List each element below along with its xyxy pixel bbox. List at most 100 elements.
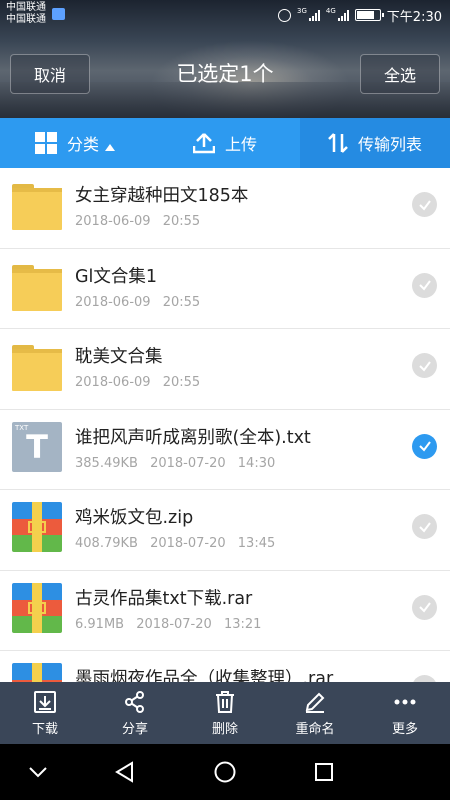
file-meta: 408.79KB 2018-07-20 13:45	[75, 536, 275, 551]
select-checkbox[interactable]	[412, 272, 437, 298]
list-item[interactable]: 墨雨烟夜作品全（收集整理）.rar	[0, 651, 450, 682]
select-checkbox[interactable]	[412, 433, 437, 459]
carrier-badge-icon	[52, 8, 65, 20]
file-time: 20:55	[162, 214, 201, 229]
file-meta: 2018-06-09 20:55	[75, 214, 200, 229]
file-list: 女主穿越种田文185本 2018-06-09 20:55 Gl文合集1 2018…	[0, 168, 450, 682]
file-name: 鸡米饭文包.zip	[75, 508, 194, 528]
file-name: Gl文合集1	[75, 266, 158, 287]
list-item[interactable]: 古灵作品集txt下载.rar 6.91MB 2018-07-20 13:21	[0, 571, 450, 651]
list-item[interactable]: 鸡米饭文包.zip 408.79KB 2018-07-20 13:45	[0, 490, 450, 571]
battery-icon	[354, 9, 384, 21]
network-type-1: 3G	[297, 7, 307, 15]
file-date: 2018-06-09	[75, 375, 151, 390]
file-meta: 2018-06-09 20:55	[75, 295, 200, 310]
file-date: 2018-07-20	[150, 455, 226, 471]
network-type-2: 4G	[325, 7, 336, 15]
download-button[interactable]: 下载	[0, 682, 90, 744]
file-date: 2018-07-20	[150, 536, 226, 551]
check-icon	[418, 199, 431, 211]
check-icon	[418, 280, 431, 291]
folder-icon	[12, 341, 62, 391]
list-item[interactable]: 耽美文合集 2018-06-09 20:55	[0, 329, 450, 410]
transfer-list-label: 传输列表	[357, 135, 422, 154]
upload-button[interactable]: 上传	[150, 118, 300, 168]
carrier-1: 中国联通	[6, 2, 46, 13]
file-date: 2018-07-20	[136, 616, 212, 632]
select-checkbox[interactable]	[412, 353, 437, 378]
archive-icon	[12, 502, 62, 552]
file-name: 谁把风声听成离别歌(全本).txt	[75, 427, 311, 448]
file-size: 408.79KB	[75, 536, 138, 551]
select-all-button[interactable]: 全选	[360, 54, 440, 94]
file-size: 385.49KB	[75, 455, 138, 471]
select-checkbox[interactable]	[412, 514, 437, 539]
alarm-icon	[278, 8, 292, 22]
share-icon	[125, 690, 144, 713]
file-meta: 2018-06-09 20:55	[75, 375, 200, 390]
delete-button[interactable]: 删除	[180, 682, 270, 744]
page-title: 已选定1个	[176, 62, 274, 86]
file-meta: 6.91MB 2018-07-20 13:21	[75, 617, 261, 632]
file-time: 20:55	[162, 375, 201, 390]
file-size: 6.91MB	[75, 616, 125, 632]
file-date: 2018-06-09	[75, 214, 151, 229]
select-checkbox[interactable]	[412, 594, 437, 620]
status-bar: 中国联通 中国联通 3G 4G 下午2:30	[0, 0, 450, 30]
download-icon	[34, 690, 56, 713]
delete-label: 删除	[211, 721, 238, 737]
file-time: 13:21	[223, 616, 262, 632]
more-label: 更多	[391, 721, 418, 737]
transfer-arrows-icon	[328, 133, 348, 153]
status-icons: 3G 4G 下午2:30	[278, 6, 442, 25]
cancel-button[interactable]: 取消	[10, 54, 90, 94]
navigation-bar	[0, 744, 450, 800]
file-name: 耽美文合集	[75, 347, 163, 367]
folder-icon	[12, 261, 62, 311]
transfer-list-button[interactable]: 传输列表	[300, 118, 450, 168]
trash-icon	[216, 690, 234, 713]
rename-label: 重命名	[295, 721, 335, 737]
category-label: 分类	[66, 135, 99, 154]
recents-square-icon[interactable]	[312, 760, 336, 784]
more-dots-icon	[394, 699, 416, 704]
home-circle-icon[interactable]	[213, 760, 237, 784]
list-item[interactable]: TXT T 谁把风声听成离别歌(全本).txt 385.49KB 2018-07…	[0, 410, 450, 490]
file-date: 2018-06-09	[75, 294, 151, 310]
more-button[interactable]: 更多	[360, 682, 450, 744]
select-checkbox[interactable]	[412, 675, 437, 682]
category-button[interactable]: 分类	[0, 118, 150, 168]
archive-icon	[12, 582, 62, 633]
list-item[interactable]: 女主穿越种田文185本 2018-06-09 20:55	[0, 168, 450, 249]
download-label: 下载	[31, 721, 58, 737]
file-time: 20:55	[162, 294, 201, 310]
file-toolbar: 分类 上传 传输列表	[0, 118, 450, 168]
file-time: 14:30	[237, 455, 276, 471]
share-label: 分享	[121, 721, 148, 737]
back-triangle-icon[interactable]	[113, 760, 137, 784]
pencil-icon	[305, 692, 325, 713]
grid-icon	[34, 132, 57, 154]
folder-icon	[12, 180, 62, 230]
action-bar: 下载 分享 删除 重命名 更多	[0, 682, 450, 744]
dropdown-triangle-icon	[105, 143, 115, 151]
signal-icon	[337, 9, 349, 21]
upload-icon	[192, 133, 215, 154]
select-checkbox[interactable]	[412, 192, 437, 217]
check-icon	[418, 521, 431, 533]
carrier-info: 中国联通 中国联通	[6, 2, 46, 26]
check-icon	[418, 602, 431, 613]
hide-keyboard-chevron-icon[interactable]	[26, 760, 50, 784]
file-name: 女主穿越种田文185本	[75, 186, 249, 206]
file-meta: 385.49KB 2018-07-20 14:30	[75, 456, 275, 471]
share-button[interactable]: 分享	[90, 682, 180, 744]
file-name: 墨雨烟夜作品全（收集整理）.rar	[75, 669, 334, 682]
archive-icon	[12, 663, 62, 682]
list-item[interactable]: Gl文合集1 2018-06-09 20:55	[0, 249, 450, 329]
signal-icon	[308, 9, 320, 21]
txt-file-icon: TXT T	[12, 421, 62, 472]
carrier-2: 中国联通	[6, 14, 46, 25]
rename-button[interactable]: 重命名	[270, 682, 360, 744]
clock: 下午2:30	[386, 9, 442, 25]
upload-label: 上传	[224, 135, 257, 154]
